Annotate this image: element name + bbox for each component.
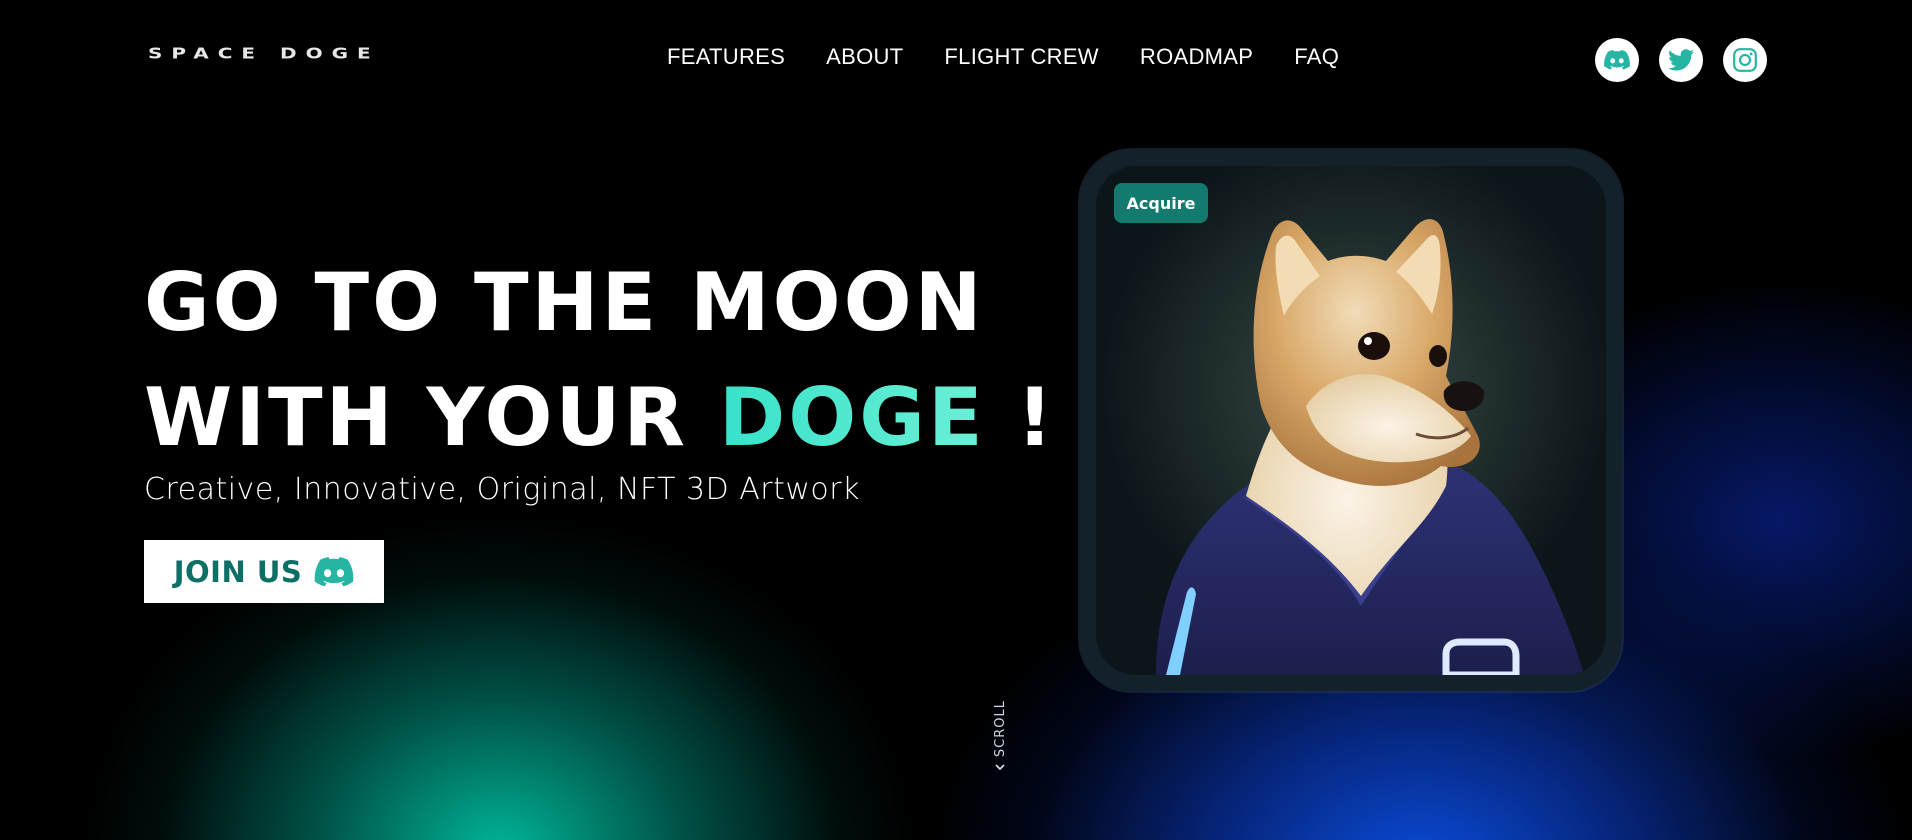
nav-item-roadmap[interactable]: ROADMAP xyxy=(1140,44,1253,70)
doge-illustration xyxy=(1156,219,1584,675)
instagram-icon xyxy=(1733,48,1757,72)
headline-line-2: WITH YOUR DOGE ! xyxy=(144,360,1056,475)
headline-line-1: GO TO THE MOON xyxy=(144,256,985,349)
scroll-indicator[interactable]: SCROLL xyxy=(990,700,1010,780)
main-nav: FEATURES ABOUT FLIGHT CREW ROADMAP FAQ xyxy=(667,44,1339,70)
join-us-label: JOIN US xyxy=(173,554,303,589)
nav-item-flight-crew[interactable]: FLIGHT CREW xyxy=(944,44,1098,70)
doge-artwork-image xyxy=(1096,166,1606,675)
chevron-down-icon xyxy=(995,764,1005,771)
join-us-button[interactable]: JOIN US xyxy=(144,540,384,603)
discord-icon xyxy=(314,556,354,586)
headline-accent: DOGE xyxy=(718,371,986,464)
nft-card xyxy=(1080,150,1622,691)
nav-item-faq[interactable]: FAQ xyxy=(1294,44,1339,70)
scroll-label: SCROLL xyxy=(992,700,1008,758)
nav-item-features[interactable]: FEATURES xyxy=(667,44,785,70)
social-links xyxy=(1595,38,1767,82)
headline-suffix: ! xyxy=(985,371,1056,464)
hero-headline: GO TO THE MOON WITH YOUR DOGE ! xyxy=(144,245,1056,475)
hero-tagline: Creative, Innovative, Original, NFT 3D A… xyxy=(144,472,860,507)
headline-prefix: WITH YOUR xyxy=(144,371,719,464)
acquire-button[interactable]: Acquire xyxy=(1114,183,1208,223)
twitter-icon xyxy=(1668,49,1694,71)
nav-item-about[interactable]: ABOUT xyxy=(826,44,903,70)
twitter-link[interactable] xyxy=(1659,38,1703,82)
discord-icon xyxy=(1604,50,1630,70)
discord-link[interactable] xyxy=(1595,38,1639,82)
instagram-link[interactable] xyxy=(1723,38,1767,82)
site-logo[interactable]: SPACE DOGE xyxy=(148,44,380,62)
